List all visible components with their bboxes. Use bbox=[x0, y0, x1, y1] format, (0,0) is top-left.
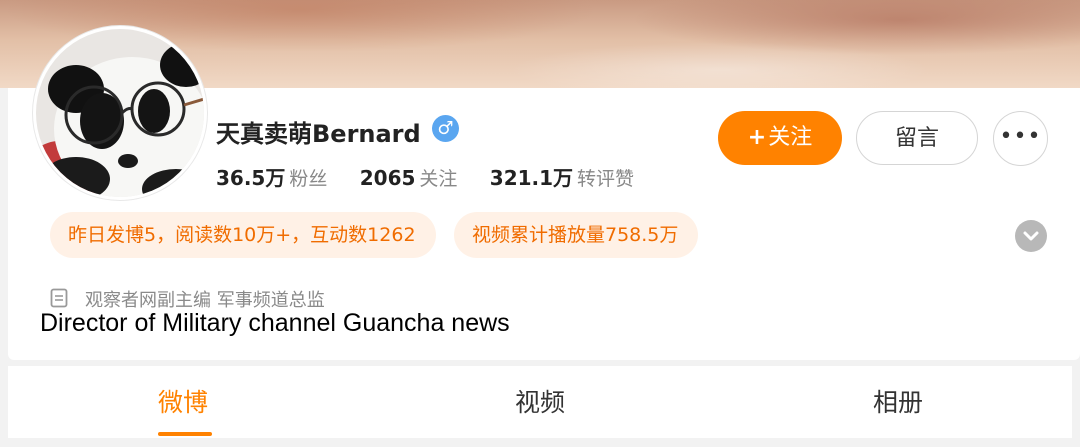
bio-caption: Director of Military channel Guancha new… bbox=[40, 309, 510, 337]
following-count: 2065 bbox=[359, 166, 416, 190]
active-tab-indicator bbox=[158, 432, 212, 436]
follow-button[interactable]: +关注 bbox=[718, 111, 842, 165]
tab-album[interactable]: 相册 bbox=[873, 383, 923, 419]
profile-name: 天真卖萌Bernard bbox=[216, 120, 421, 148]
tab-video[interactable]: 视频 bbox=[515, 383, 565, 419]
profile-tabs: 微博 视频 相册 bbox=[8, 366, 1072, 438]
following-label: 关注 bbox=[419, 168, 458, 190]
chevron-down-icon[interactable] bbox=[1015, 220, 1047, 252]
follow-label: 关注 bbox=[768, 125, 813, 150]
followers-stat[interactable]: 36.5万 粉丝 bbox=[216, 166, 327, 190]
video-views-badge[interactable]: 视频累计播放量758.5万 bbox=[454, 212, 698, 258]
engagement-count: 321.1万 bbox=[489, 166, 574, 190]
tab-weibo[interactable]: 微博 bbox=[158, 383, 208, 419]
followers-label: 粉丝 bbox=[289, 168, 328, 190]
followers-count: 36.5万 bbox=[216, 166, 286, 190]
profile-stats: 36.5万 粉丝 2065 关注 321.1万 转评赞 bbox=[216, 162, 660, 191]
yesterday-activity-badge[interactable]: 昨日发博5，阅读数10万+，互动数1262 bbox=[50, 212, 436, 258]
message-button[interactable]: 留言 bbox=[856, 111, 978, 165]
engagement-label: 转评赞 bbox=[577, 168, 635, 190]
engagement-stat[interactable]: 321.1万 转评赞 bbox=[490, 166, 634, 190]
panda-avatar-image bbox=[36, 29, 204, 197]
message-label: 留言 bbox=[894, 126, 939, 151]
gender-male-icon: ♂ bbox=[432, 115, 459, 142]
plus-icon: + bbox=[747, 125, 767, 150]
avatar[interactable] bbox=[33, 26, 207, 200]
following-stat[interactable]: 2065 关注 bbox=[360, 166, 458, 190]
more-options-icon[interactable]: ••• bbox=[993, 111, 1048, 166]
